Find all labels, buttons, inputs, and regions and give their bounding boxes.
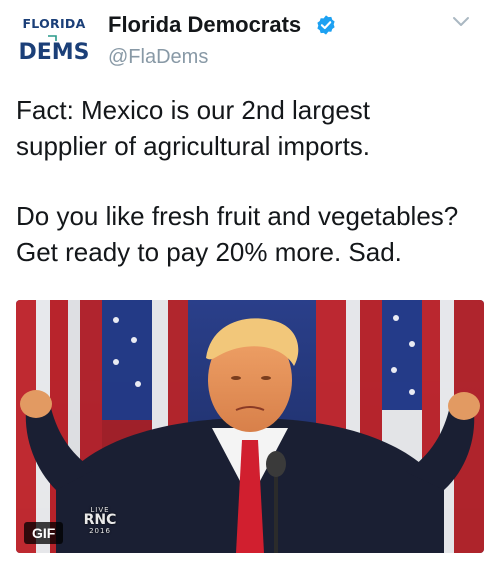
tweet-line: Get ready to pay 20% more. Sad.	[16, 237, 402, 267]
verified-badge-icon	[317, 15, 335, 35]
gif-badge: GIF	[24, 522, 64, 544]
gif-media[interactable]: LIVE RNC 2016 GIF	[16, 300, 484, 553]
display-name[interactable]: Florida Democrats	[108, 12, 301, 38]
logo-text-dems: DEMS	[18, 40, 90, 65]
account-handle[interactable]: @FlaDems	[108, 46, 208, 69]
florida-dems-logo[interactable]: FLORIDA DEMS	[16, 8, 92, 66]
rnc-live-overlay: LIVE RNC 2016	[83, 506, 117, 535]
logo-text-florida: FLORIDA	[22, 16, 86, 31]
chevron-down-icon[interactable]	[452, 16, 470, 28]
tweet-text: Fact: Mexico is our 2nd largest supplier…	[16, 92, 486, 270]
tweet-line: Do you like fresh fruit and vegetables?	[16, 201, 459, 231]
tweet-line: supplier of agricultural imports.	[16, 131, 371, 161]
tweet-line: Fact: Mexico is our 2nd largest	[16, 95, 371, 125]
